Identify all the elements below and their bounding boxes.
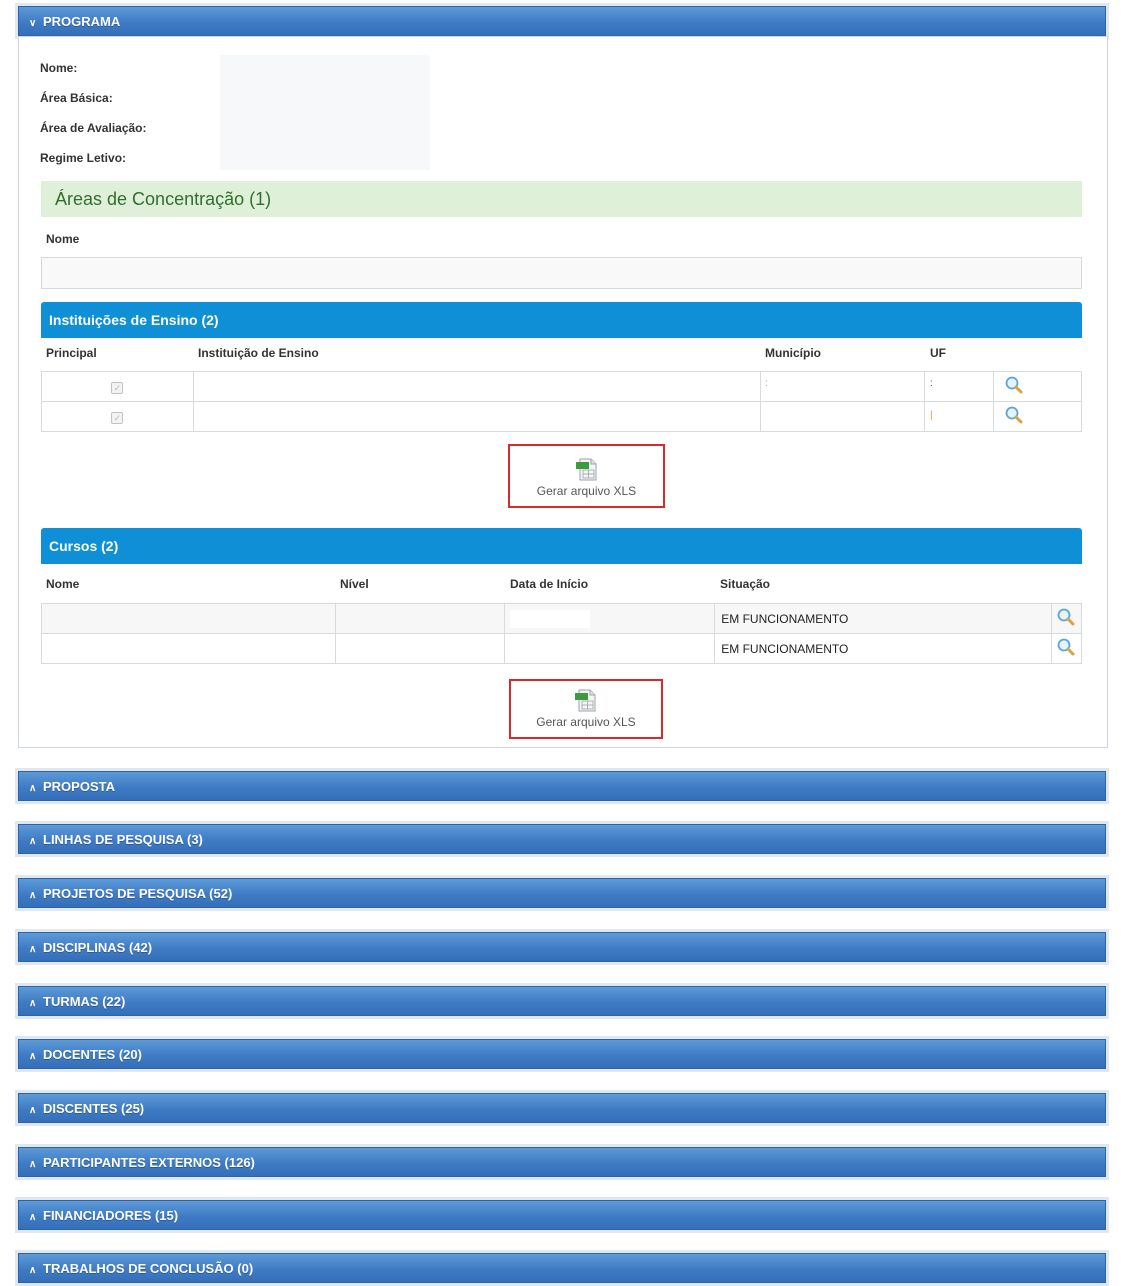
principal-cell: ✓ — [41, 371, 194, 402]
accordion-proposta[interactable]: ∧ PROPOSTA — [18, 771, 1106, 801]
xls-file-icon — [575, 689, 596, 712]
accordion-label: LINHAS DE PESQUISA (3) — [43, 832, 203, 847]
redaction-mark: | — [930, 410, 933, 421]
chevron-up-icon: ∧ — [29, 944, 37, 955]
col-uf: UF — [930, 346, 946, 360]
chevron-up-icon: ∧ — [29, 1051, 37, 1062]
area-basica-label: Área Básica: — [40, 91, 113, 105]
accordion-programa[interactable]: ∨ PROGRAMA — [18, 6, 1106, 36]
curso-view-cell — [1050, 633, 1083, 664]
principal-cell: ✓ — [41, 401, 194, 432]
accordion-trabalhos-conclusao[interactable]: ∧ TRABALHOS DE CONCLUSÃO (0) — [18, 1253, 1106, 1283]
col-situacao: Situação — [720, 577, 771, 591]
accordion-programa-label: PROGRAMA — [43, 14, 121, 29]
accordion-disciplinas[interactable]: ∧ DISCIPLINAS (42) — [18, 932, 1106, 962]
instituicoes-header: Instituições de Ensino (2) — [41, 302, 1082, 338]
curso-nivel-cell — [334, 633, 506, 664]
accordion-docentes[interactable]: ∧ DOCENTES (20) — [18, 1039, 1106, 1069]
redacted-date — [510, 610, 590, 628]
principal-checkbox[interactable]: ✓ — [111, 381, 124, 394]
municipio-cell — [760, 371, 926, 402]
accordion-label: DISCIPLINAS (42) — [43, 940, 153, 955]
col-municipio: Município — [765, 346, 821, 360]
chevron-up-icon: ∧ — [29, 783, 37, 794]
chevron-up-icon: ∧ — [29, 998, 37, 1009]
curso-situacao-cell: EM FUNCIONAMENTO — [714, 633, 1052, 664]
accordion-label: PROJETOS DE PESQUISA (52) — [43, 886, 233, 901]
curso-data-cell — [504, 633, 716, 664]
chevron-up-icon: ∧ — [29, 1159, 37, 1170]
accordion-linhas-pesquisa[interactable]: ∧ LINHAS DE PESQUISA (3) — [18, 824, 1106, 854]
gerar-xls-instituicoes-button[interactable]: Gerar arquivo XLS — [508, 444, 665, 508]
cursos-header: Cursos (2) — [41, 528, 1082, 564]
area-avaliacao-label: Área de Avaliação: — [40, 121, 147, 135]
redacted-values — [220, 55, 430, 170]
search-icon[interactable] — [1004, 405, 1024, 425]
gerar-xls-label: Gerar arquivo XLS — [536, 715, 636, 729]
accordion-projetos-pesquisa[interactable]: ∧ PROJETOS DE PESQUISA (52) — [18, 878, 1106, 908]
col-nome: Nome — [46, 577, 80, 591]
col-instituicao: Instituição de Ensino — [198, 346, 319, 360]
uf-cell — [924, 401, 995, 432]
chevron-up-icon: ∧ — [29, 1105, 37, 1116]
accordion-participantes-externos[interactable]: ∧ PARTICIPANTES EXTERNOS (126) — [18, 1147, 1106, 1177]
search-icon[interactable] — [1056, 637, 1076, 657]
accordion-label: TURMAS (22) — [43, 994, 126, 1009]
table-row: ✓ — [41, 371, 1082, 402]
nome-label: Nome: — [40, 61, 78, 75]
instituicao-cell — [192, 371, 762, 402]
accordion-financiadores[interactable]: ∧ FINANCIADORES (15) — [18, 1200, 1106, 1230]
accordion-label: DISCENTES (25) — [43, 1101, 145, 1116]
uf-cell — [924, 371, 995, 402]
gerar-xls-label: Gerar arquivo XLS — [536, 484, 637, 498]
accordion-label: DOCENTES (20) — [43, 1047, 142, 1062]
search-icon[interactable] — [1056, 607, 1076, 627]
accordion-turmas[interactable]: ∧ TURMAS (22) — [18, 986, 1106, 1016]
col-nivel: Nível — [340, 577, 369, 591]
curso-situacao-cell: EM FUNCIONAMENTO — [714, 603, 1052, 634]
curso-nivel-cell — [334, 603, 506, 634]
instituicao-cell — [192, 401, 762, 432]
regime-letivo-label: Regime Letivo: — [40, 151, 127, 165]
view-cell — [993, 371, 1082, 402]
redaction-mark: : — [930, 378, 933, 389]
table-row: EM FUNCIONAMENTO — [41, 633, 1083, 664]
chevron-up-icon: ∧ — [29, 1212, 37, 1223]
col-principal: Principal — [46, 346, 97, 360]
accordion-discentes[interactable]: ∧ DISCENTES (25) — [18, 1093, 1106, 1123]
areas-concentracao-header: Áreas de Concentração (1) — [41, 181, 1082, 217]
curso-nome-cell — [41, 603, 336, 634]
search-icon[interactable] — [1004, 375, 1024, 395]
redaction-mark: : — [765, 378, 768, 389]
view-cell — [993, 401, 1082, 432]
principal-checkbox[interactable]: ✓ — [111, 411, 124, 424]
chevron-up-icon: ∧ — [29, 1265, 37, 1276]
col-data-inicio: Data de Início — [510, 577, 589, 591]
accordion-label: FINANCIADORES (15) — [43, 1208, 179, 1223]
curso-view-cell — [1050, 603, 1083, 634]
curso-nome-cell — [41, 633, 336, 664]
xls-file-icon — [575, 458, 596, 481]
areas-empty-row — [41, 257, 1082, 289]
gerar-xls-cursos-button[interactable]: Gerar arquivo XLS — [509, 679, 663, 739]
instituicoes-table: ✓ ✓ — [41, 371, 1082, 432]
chevron-down-icon: ∨ — [29, 18, 37, 29]
table-row: ✓ — [41, 401, 1082, 432]
chevron-up-icon: ∧ — [29, 890, 37, 901]
municipio-cell — [760, 401, 926, 432]
chevron-up-icon: ∧ — [29, 836, 37, 847]
accordion-label: PARTICIPANTES EXTERNOS (126) — [43, 1155, 255, 1170]
accordion-label: TRABALHOS DE CONCLUSÃO (0) — [43, 1261, 254, 1276]
accordion-label: PROPOSTA — [43, 779, 115, 794]
areas-col-nome: Nome — [46, 232, 80, 246]
